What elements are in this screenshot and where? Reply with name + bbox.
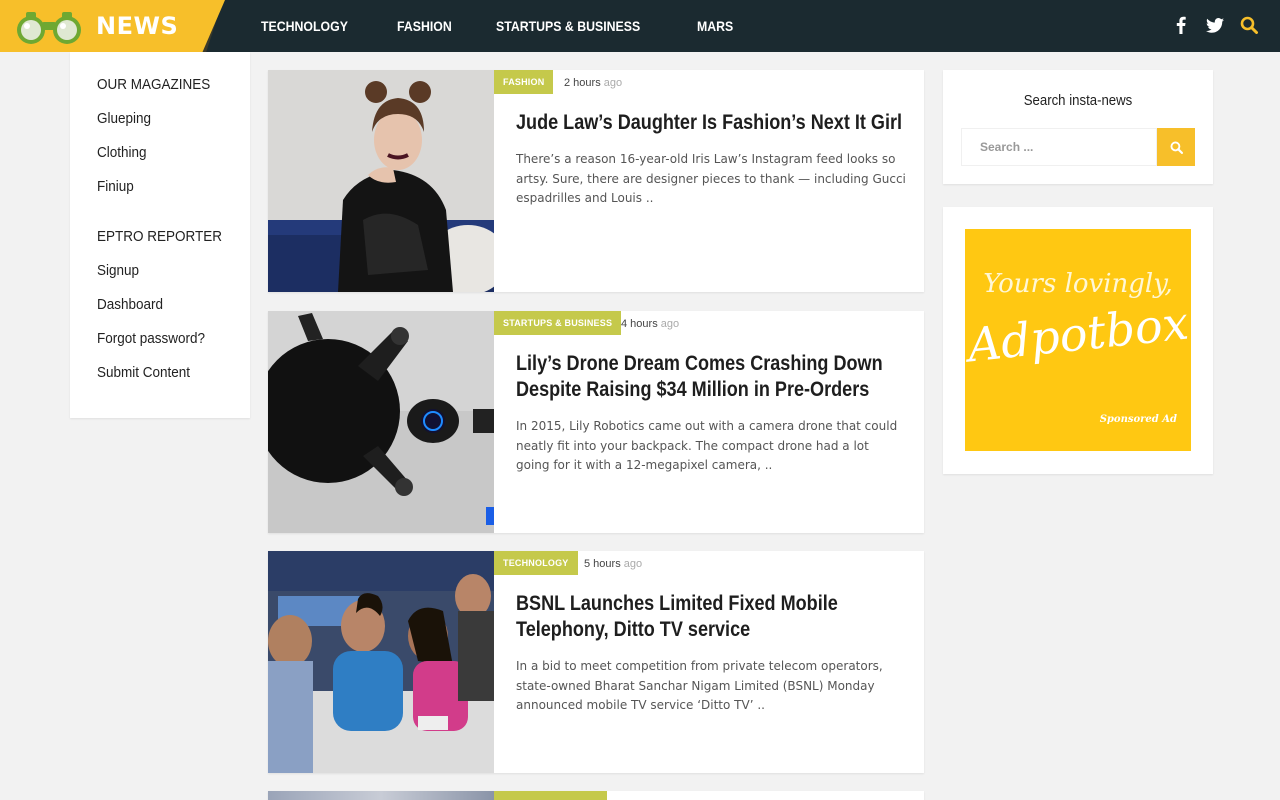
time-suffix: ago [660, 318, 680, 330]
sidebar-item-clothing[interactable]: Clothing [97, 144, 235, 161]
sponsored-ad-banner[interactable]: Yours lovingly, Adpotbox Sponsored Ad [965, 229, 1191, 451]
logo-block[interactable]: NEWS [0, 0, 225, 52]
article-thumbnail-fashion[interactable] [268, 70, 494, 292]
header-actions [1172, 14, 1258, 36]
article-time: 4 hours ago [621, 318, 679, 330]
article-thumbnail-telecom[interactable] [268, 551, 494, 773]
article-title[interactable]: Lily’s Drone Dream Comes Crashing Down D… [516, 351, 903, 403]
article-title[interactable]: BSNL Launches Limited Fixed Mobile Telep… [516, 591, 903, 643]
search-icon [1170, 141, 1183, 154]
article-card[interactable]: TECHNOLOGY 5 hours ago BSNL Launches Lim… [268, 551, 924, 773]
article-card[interactable]: FASHION 2 hours ago Jude Law’s Daughter … [268, 70, 924, 292]
article-time: 5 hours ago [584, 558, 642, 570]
ad-widget: Yours lovingly, Adpotbox Sponsored Ad [943, 207, 1213, 474]
sidebar-item-forgot-password[interactable]: Forgot password? [97, 330, 235, 347]
left-sidebar: OUR MAGAZINES Glueping Clothing Finiup E… [70, 52, 250, 418]
nav-mars[interactable]: MARS [697, 18, 733, 34]
ad-label: Sponsored Ad [1099, 414, 1177, 425]
category-badge[interactable]: FASHION [494, 70, 554, 94]
search-widget-title: Search insta-news [1023, 92, 1133, 109]
article-thumbnail-drone[interactable] [268, 311, 494, 533]
article-thumbnail-partial[interactable] [268, 791, 494, 800]
sidebar-heading-magazines: OUR MAGAZINES [97, 76, 211, 93]
brand-name: NEWS [96, 12, 179, 40]
ad-brand: Adpotbox [965, 295, 1191, 373]
article-excerpt: In a bid to meet competition from privat… [516, 659, 883, 712]
sidebar-heading-reporter: EPTRO REPORTER [97, 228, 223, 245]
article-card[interactable]: STARTUPS & BUSINESS 4 hours ago Lily’s D… [268, 311, 924, 533]
binoculars-icon [17, 12, 81, 44]
nav-technology[interactable]: TECHNOLOGY [261, 18, 348, 34]
time-value: 4 hours [621, 318, 658, 330]
search-button[interactable] [1157, 128, 1195, 166]
nav-startups-business[interactable]: STARTUPS & BUSINESS [496, 18, 640, 34]
nav-fashion[interactable]: FASHION [397, 18, 452, 34]
top-bar: NEWS TECHNOLOGY FASHION STARTUPS & BUSIN… [0, 0, 1280, 52]
time-suffix: ago [623, 558, 643, 570]
sidebar-item-glueping[interactable]: Glueping [97, 110, 235, 127]
main-nav: TECHNOLOGY FASHION STARTUPS & BUSINESS M… [261, 0, 775, 52]
search-widget: Search insta-news [943, 70, 1213, 184]
article-excerpt: There’s a reason 16-year-old Iris Law’s … [516, 152, 906, 205]
twitter-icon[interactable] [1206, 14, 1224, 36]
category-badge-partial[interactable] [494, 791, 607, 800]
time-suffix: ago [603, 77, 623, 89]
article-card-partial[interactable] [268, 791, 924, 800]
category-badge[interactable]: STARTUPS & BUSINESS [494, 311, 622, 335]
sidebar-item-dashboard[interactable]: Dashboard [97, 296, 235, 313]
sidebar-item-signup[interactable]: Signup [97, 262, 235, 279]
sidebar-item-finiup[interactable]: Finiup [97, 178, 235, 195]
search-icon[interactable] [1240, 14, 1258, 36]
sidebar-item-submit-content[interactable]: Submit Content [97, 364, 235, 381]
facebook-icon[interactable] [1172, 14, 1190, 36]
article-time: 2 hours ago [564, 77, 622, 89]
time-value: 2 hours [564, 77, 601, 89]
search-input[interactable] [961, 128, 1157, 166]
category-badge[interactable]: TECHNOLOGY [494, 551, 578, 575]
time-value: 5 hours [584, 558, 621, 570]
article-title[interactable]: Jude Law’s Daughter Is Fashion’s Next It… [516, 110, 903, 136]
article-excerpt: In 2015, Lily Robotics came out with a c… [516, 419, 898, 472]
ad-tagline: Yours lovingly, [983, 269, 1173, 299]
